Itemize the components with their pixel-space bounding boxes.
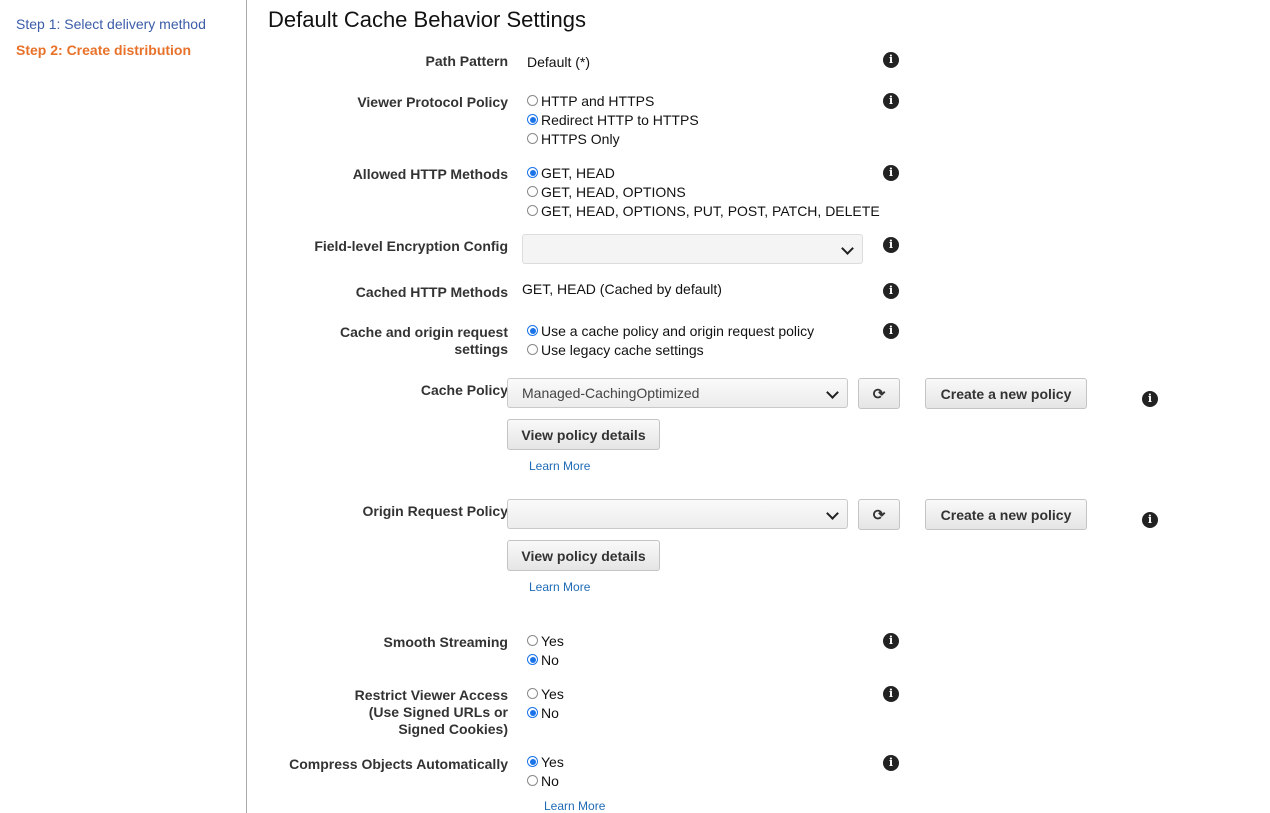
refresh-cache-policy-button[interactable]: ⟳ [858,378,900,409]
page-title: Default Cache Behavior Settings [268,7,586,32]
field-level-encryption-select[interactable] [522,234,863,264]
step-2-current: Step 2: Create distribution [16,42,192,58]
radio-button-checked[interactable] [527,756,538,767]
cache-policy-label: Cache Policy [420,382,508,398]
cache-policy-select[interactable]: Managed-CachingOptimized [507,378,848,408]
info-icon[interactable]: i [1142,512,1158,528]
radio-label: No [541,704,559,721]
cache-origin-settings-label: Cache and origin request settings [340,324,508,358]
label-line: (Use Signed URLs or [368,704,508,720]
radio-label: Yes [541,685,564,702]
compress-learn-more-link[interactable]: Learn More [544,799,605,813]
radio-label: HTTPS Only [541,130,620,147]
chevron-down-icon [841,242,854,255]
radio-button[interactable] [527,186,538,197]
radio-redirect-http-to-https[interactable]: Redirect HTTP to HTTPS [527,110,699,129]
radio-button[interactable] [527,688,538,699]
radio-button[interactable] [527,344,538,355]
info-icon[interactable]: i [883,755,899,771]
radio-compress-no[interactable]: No [527,771,559,790]
radio-button-checked[interactable] [527,707,538,718]
radio-label: Yes [541,753,564,770]
select-value: Managed-CachingOptimized [522,385,700,401]
radio-use-cache-policy[interactable]: Use a cache policy and origin request po… [527,321,814,340]
radio-http-and-https[interactable]: HTTP and HTTPS [527,91,654,110]
radio-label: GET, HEAD [541,164,615,181]
info-icon[interactable]: i [1142,391,1158,407]
radio-button-checked[interactable] [527,167,538,178]
origin-request-policy-select[interactable] [507,499,848,529]
radio-label: GET, HEAD, OPTIONS [541,183,686,200]
label-line: settings [454,341,508,357]
compress-objects-label: Compress Objects Automatically [289,756,508,772]
sidebar-divider [246,0,247,813]
info-icon[interactable]: i [883,93,899,109]
refresh-icon: ⟳ [872,385,886,403]
radio-button-checked[interactable] [527,114,538,125]
radio-smooth-streaming-yes[interactable]: Yes [527,631,564,650]
smooth-streaming-label: Smooth Streaming [383,634,508,650]
info-icon[interactable]: i [883,686,899,702]
view-origin-policy-details-button[interactable]: View policy details [507,540,660,571]
radio-button[interactable] [527,95,538,106]
path-pattern-label: Path Pattern [425,53,508,69]
radio-label: Use legacy cache settings [541,341,704,358]
label-line: Restrict Viewer Access [354,687,508,703]
cached-http-methods-label: Cached HTTP Methods [355,284,508,300]
radio-legacy-cache-settings[interactable]: Use legacy cache settings [527,340,704,359]
radio-button[interactable] [527,133,538,144]
view-cache-policy-details-button[interactable]: View policy details [507,419,660,450]
radio-label: HTTP and HTTPS [541,92,655,109]
info-icon[interactable]: i [883,52,899,68]
label-line: Cache and origin request [339,324,508,340]
radio-label: Redirect HTTP to HTTPS [541,111,699,128]
radio-button-checked[interactable] [527,654,538,665]
info-icon[interactable]: i [883,633,899,649]
info-icon[interactable]: i [883,323,899,339]
radio-button[interactable] [527,775,538,786]
path-pattern-value: Default (*) [527,54,591,70]
radio-label: GET, HEAD, OPTIONS, PUT, POST, PATCH, DE… [541,202,880,219]
viewer-protocol-policy-label: Viewer Protocol Policy [357,94,508,110]
radio-label: No [541,651,559,668]
create-cache-policy-button[interactable]: Create a new policy [925,378,1087,409]
info-icon[interactable]: i [883,237,899,253]
radio-compress-yes[interactable]: Yes [527,752,564,771]
radio-label: Yes [541,632,564,649]
radio-button-checked[interactable] [527,325,538,336]
radio-button[interactable] [527,205,538,216]
radio-get-head[interactable]: GET, HEAD [527,163,615,182]
origin-request-policy-label: Origin Request Policy [362,503,508,519]
radio-restrict-yes[interactable]: Yes [527,684,564,703]
radio-get-head-options[interactable]: GET, HEAD, OPTIONS [527,182,686,201]
label-line: Signed Cookies) [398,721,508,737]
radio-label: No [541,772,559,789]
radio-button[interactable] [527,635,538,646]
cached-http-methods-value: GET, HEAD (Cached by default) [522,281,722,297]
refresh-icon: ⟳ [872,506,886,524]
origin-policy-learn-more-link[interactable]: Learn More [529,580,590,594]
radio-all-methods[interactable]: GET, HEAD, OPTIONS, PUT, POST, PATCH, DE… [527,201,880,220]
cache-policy-learn-more-link[interactable]: Learn More [529,459,590,473]
info-icon[interactable]: i [883,165,899,181]
chevron-down-icon [826,507,839,520]
radio-label: Use a cache policy and origin request po… [541,322,815,339]
radio-restrict-no[interactable]: No [527,703,559,722]
allowed-http-methods-label: Allowed HTTP Methods [352,166,508,182]
radio-https-only[interactable]: HTTPS Only [527,129,620,148]
info-icon[interactable]: i [883,283,899,299]
radio-smooth-streaming-no[interactable]: No [527,650,559,669]
refresh-origin-policy-button[interactable]: ⟳ [858,499,900,530]
chevron-down-icon [826,386,839,399]
restrict-viewer-access-label: Restrict Viewer Access (Use Signed URLs o… [355,687,508,738]
field-level-encryption-label: Field-level Encryption Config [314,238,508,254]
create-origin-policy-button[interactable]: Create a new policy [925,499,1087,530]
step-1-link[interactable]: Step 1: Select delivery method [16,16,206,32]
